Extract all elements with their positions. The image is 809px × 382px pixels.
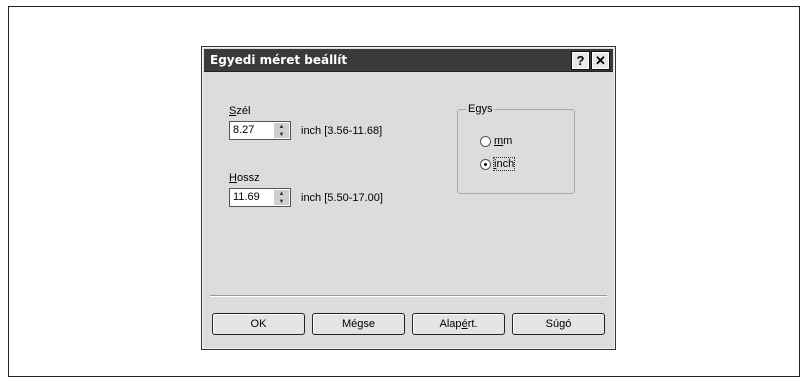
unit-radio-mm-label[interactable]: mm bbox=[494, 135, 512, 147]
button-separator bbox=[210, 295, 607, 297]
spin-up-icon[interactable]: ▲ bbox=[274, 190, 289, 197]
units-group: Egys mm inch bbox=[457, 103, 575, 194]
height-spinbox[interactable]: 11.69 ▲ ▼ bbox=[229, 188, 291, 207]
height-spin-arrows[interactable]: ▲ ▼ bbox=[274, 190, 289, 205]
title-bar[interactable]: Egyedi méret beállít ? ✕ bbox=[204, 49, 613, 72]
radio-selected-icon[interactable] bbox=[480, 158, 491, 170]
close-icon[interactable]: ✕ bbox=[591, 51, 610, 70]
height-range: inch [5.50-17.00] bbox=[301, 192, 383, 204]
spin-down-icon[interactable]: ▼ bbox=[274, 131, 289, 138]
width-label: Szél bbox=[229, 105, 251, 117]
width-spinbox[interactable]: 8.27 ▲ ▼ bbox=[229, 121, 291, 140]
height-value[interactable]: 11.69 bbox=[233, 191, 260, 203]
spin-up-icon[interactable]: ▲ bbox=[274, 123, 289, 130]
width-value[interactable]: 8.27 bbox=[233, 124, 254, 136]
help-icon[interactable]: ? bbox=[571, 51, 590, 70]
unit-radio-inch-label[interactable]: inch bbox=[492, 157, 516, 171]
radio-icon[interactable] bbox=[480, 135, 491, 147]
width-spin-arrows[interactable]: ▲ ▼ bbox=[274, 123, 289, 138]
custom-size-dialog: Egyedi méret beállít ? ✕ Szél 8.27 ▲ ▼ i… bbox=[201, 46, 616, 350]
unit-radio-mm[interactable]: mm bbox=[480, 135, 512, 147]
units-group-title: Egys bbox=[466, 103, 495, 115]
default-button[interactable]: Alap é rt. bbox=[412, 313, 505, 335]
ok-button[interactable]: OK bbox=[212, 313, 305, 335]
spin-down-icon[interactable]: ▼ bbox=[274, 198, 289, 205]
cancel-button[interactable]: Mégse bbox=[312, 313, 405, 335]
width-range: inch [3.56-11.68] bbox=[301, 125, 383, 137]
dialog-title: Egyedi méret beállít bbox=[210, 53, 348, 67]
unit-radio-inch[interactable]: inch bbox=[480, 157, 516, 171]
help-button[interactable]: Súgó bbox=[512, 313, 605, 335]
height-label: Hossz bbox=[229, 172, 260, 184]
